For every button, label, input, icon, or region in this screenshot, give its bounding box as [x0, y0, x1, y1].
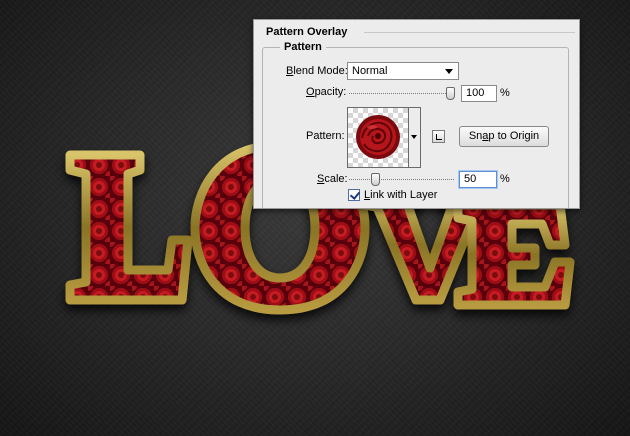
scale-label: Scale: [317, 173, 348, 185]
opacity-slider-track[interactable] [349, 93, 454, 94]
new-preset-button[interactable] [432, 130, 445, 143]
blend-mode-value: Normal [352, 65, 388, 77]
letter-e [453, 200, 575, 310]
checkmark-icon [349, 189, 361, 200]
link-with-layer-checkbox[interactable] [348, 189, 361, 201]
letter-l [65, 150, 193, 305]
scale-slider-track[interactable] [349, 179, 454, 180]
pattern-overlay-panel: Pattern Overlay Pattern Blend Mode: Norm… [253, 19, 580, 209]
scale-input[interactable]: 50 [459, 171, 497, 188]
panel-title: Pattern Overlay [266, 26, 352, 38]
new-preset-icon [436, 134, 442, 140]
scale-slider-thumb[interactable] [371, 173, 380, 186]
chevron-down-icon [411, 135, 417, 139]
rose-icon [356, 115, 400, 159]
pattern-picker-dropdown[interactable] [409, 107, 421, 168]
pattern-label: Pattern: [306, 130, 345, 142]
pattern-swatch[interactable] [347, 107, 409, 168]
scale-unit: % [500, 173, 510, 185]
link-with-layer-label[interactable]: Link with Layer [364, 189, 437, 201]
opacity-unit: % [500, 87, 510, 99]
snap-to-origin-button[interactable]: Snap to Origin [459, 126, 549, 147]
group-title: Pattern [280, 41, 326, 53]
opacity-label: Opacity: [306, 86, 347, 98]
title-separator [364, 32, 575, 33]
chevron-down-icon [445, 69, 453, 74]
blend-mode-select[interactable]: Normal [347, 62, 459, 80]
opacity-input[interactable]: 100 [461, 85, 497, 102]
blend-mode-label: Blend Mode: [286, 65, 348, 77]
opacity-slider-thumb[interactable] [446, 87, 455, 100]
